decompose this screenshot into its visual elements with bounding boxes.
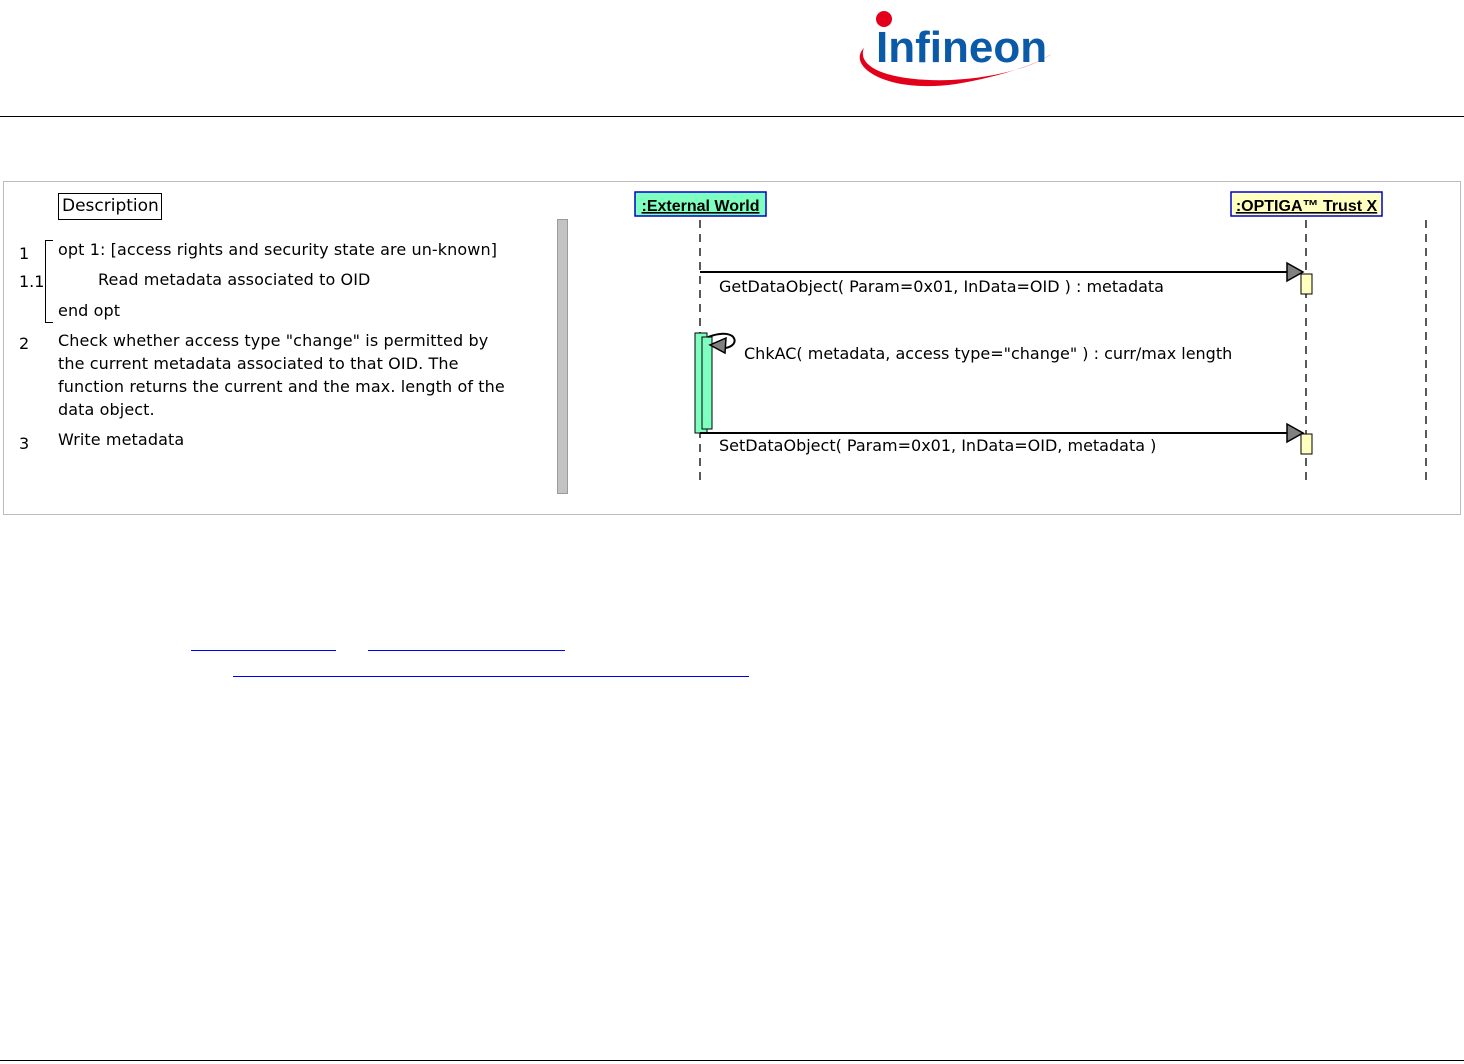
step-text: function returns the current and the max… xyxy=(58,377,505,396)
link-underline[interactable] xyxy=(191,650,336,651)
step-text: opt 1: [access rights and security state… xyxy=(58,240,498,259)
opt-bracket xyxy=(45,240,53,323)
step-number: 1.1 xyxy=(19,272,45,291)
link-underline[interactable] xyxy=(368,650,565,651)
step-text: data object. xyxy=(58,400,155,419)
activation-bar xyxy=(701,336,713,430)
header-rule xyxy=(0,116,1464,117)
activation-bar xyxy=(1300,273,1313,295)
footer-rule xyxy=(0,1060,1464,1061)
sequence-diagram: :External World :OPTIGA™ Trust X GetData… xyxy=(634,191,1427,483)
step-number: 1 xyxy=(19,244,30,263)
participant-label: :OPTIGA™ Trust X xyxy=(1236,198,1378,215)
description-title: Description xyxy=(58,193,162,220)
participant-label: :External World xyxy=(642,198,760,215)
step-number: 2 xyxy=(19,334,30,353)
message-label: SetDataObject( Param=0x01, InData=OID, m… xyxy=(719,436,1156,455)
step-number: 3 xyxy=(19,434,30,453)
link-underline[interactable] xyxy=(233,676,749,677)
step-text: Write metadata xyxy=(58,430,185,449)
message-label: GetDataObject( Param=0x01, InData=OID ) … xyxy=(719,277,1164,296)
message-label: ChkAC( metadata, access type="change" ) … xyxy=(744,344,1232,363)
vertical-scrollbar[interactable] xyxy=(557,219,568,494)
step-text: Read metadata associated to OID xyxy=(98,270,371,289)
step-text: the current metadata associated to that … xyxy=(58,354,459,373)
step-text: Check whether access type "change" is pe… xyxy=(58,331,489,350)
infineon-logo: Infineon xyxy=(859,11,1051,87)
step-text: end opt xyxy=(58,301,121,320)
activation-bar xyxy=(1300,433,1313,455)
logo-text: Infineon xyxy=(876,23,1047,72)
